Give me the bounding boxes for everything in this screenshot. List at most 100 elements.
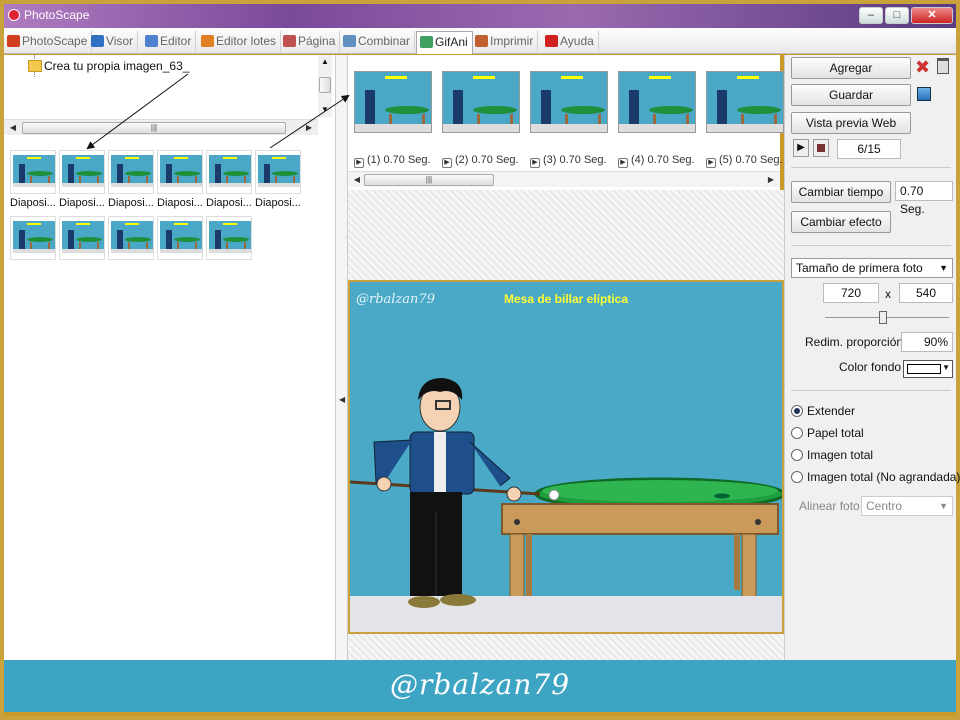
radio-option[interactable] [791,471,803,483]
tab-editor[interactable]: Editor [142,31,197,52]
frame-play-icon[interactable]: ▶ [706,158,716,168]
radio-label[interactable]: Imagen total (No agrandada) [807,470,960,484]
maximize-button[interactable]: □ [885,7,909,24]
size-slider-handle[interactable] [879,311,887,324]
tab-combinar[interactable]: Combinar [340,31,416,52]
frame-time: (1) 0.70 Seg. [367,154,431,166]
radio-option[interactable] [791,427,803,439]
frames-horizontal-scrollbar[interactable]: ◀ ||| ▶ [348,171,780,187]
scroll-right-icon[interactable]: ▶ [302,120,316,136]
thumbnail[interactable] [10,216,56,260]
size-slider-track[interactable] [825,317,949,318]
animation-frame[interactable] [706,71,784,133]
thumbnail-image [62,221,104,253]
thumbnail-image [258,155,300,187]
tree-vertical-scrollbar[interactable]: ▲ ▼ [318,55,332,117]
thumbnail[interactable] [206,216,252,260]
tab-icon [545,35,558,47]
tab-icon [201,35,214,47]
tree-hscroll-thumb[interactable]: ||| [22,122,286,134]
tree-horizontal-scrollbar[interactable]: ◀ ||| ▶ [4,119,318,135]
scroll-left-icon[interactable]: ◀ [6,120,20,136]
footer-banner: @rbalzan79 [4,660,956,712]
preview-backdrop-bottom [348,634,784,660]
redim-label: Redim. proporción [805,335,904,349]
frame-play-icon[interactable]: ▶ [618,158,628,168]
thumbnail[interactable] [206,150,252,194]
redim-field[interactable]: 90% [901,332,953,352]
thumbnail[interactable] [157,216,203,260]
folder-item[interactable]: Crea tu propia imagen_63_ [28,57,189,75]
cambiar-tiempo-button[interactable]: Cambiar tiempo [791,181,891,203]
panel-collapse-strip[interactable]: ◀ [336,55,348,660]
color-swatch [907,364,941,374]
thumbnail[interactable] [108,216,154,260]
animation-frame[interactable] [618,71,696,133]
tab-label: GifAni [435,35,468,49]
stop-button[interactable] [813,139,829,157]
thumbnail[interactable] [157,150,203,194]
close-button[interactable]: ✕ [911,7,953,24]
thumbnail-label: Diaposi... [206,197,252,209]
thumbnail[interactable] [59,150,105,194]
tiempo-field[interactable]: 0.70 Seg. [895,181,953,216]
thumbnail-image [13,221,55,253]
list-view-icon[interactable] [917,87,931,101]
radio-label[interactable]: Papel total [807,426,864,440]
tab-bar: PhotoScape Visor Editor Editor lotes Página C… [4,28,956,54]
radio-option[interactable] [791,449,803,461]
size-separator: x [885,287,891,301]
width-field[interactable]: 720 [823,283,879,303]
thumbnail[interactable] [10,150,56,194]
thumbnail[interactable] [59,216,105,260]
frame-play-icon[interactable]: ▶ [354,158,364,168]
tab-label: Imprimir [490,34,534,48]
tab-pagina[interactable]: Página [280,31,341,52]
frames-scroll-left-icon[interactable]: ◀ [350,172,364,188]
agregar-button[interactable]: Agregar [791,57,911,79]
minimize-button[interactable]: – [859,7,883,24]
size-select[interactable]: Tamaño de primera foto ▼ [791,258,953,278]
tab-icon [475,35,488,47]
scroll-up-icon[interactable]: ▲ [321,57,329,66]
delete-x-icon[interactable]: ✖ [915,58,930,76]
thumbnail[interactable] [108,150,154,194]
tree-scroll-thumb[interactable] [319,77,331,93]
frame-play-icon[interactable]: ▶ [442,158,452,168]
play-icon[interactable]: ▶ [793,139,809,157]
thumbnail[interactable] [255,150,301,194]
collapse-arrow-icon[interactable]: ◀ [339,395,345,404]
trash-icon[interactable] [937,58,949,74]
frames-scroll-right-icon[interactable]: ▶ [764,172,778,188]
tab-editor-lotes[interactable]: Editor lotes [198,31,282,52]
chevron-down-icon: ▼ [942,363,950,372]
cambiar-efecto-button[interactable]: Cambiar efecto [791,211,891,233]
animation-frame[interactable] [530,71,608,133]
tab-imprimir[interactable]: Imprimir [472,31,539,52]
tab-gifani[interactable]: GifAni [416,31,473,54]
radio-option[interactable] [791,405,803,417]
animation-frame[interactable] [354,71,432,133]
radio-label[interactable]: Imagen total [807,448,873,462]
window-title: PhotoScape [24,8,90,22]
tab-ayuda[interactable]: Ayuda [542,31,599,52]
thumbnail-image [111,155,153,187]
thumbnail-image [209,221,251,253]
separator [791,167,951,168]
frames-hscroll-thumb[interactable]: ||| [364,174,494,186]
tab-icon [7,35,20,47]
tab-photoscape[interactable]: PhotoScape [4,31,93,52]
guardar-button[interactable]: Guardar [791,84,911,106]
alinear-select[interactable]: Centro ▼ [861,496,953,516]
vista-previa-web-button[interactable]: Vista previa Web [791,112,911,134]
radio-label[interactable]: Extender [807,404,855,418]
frame-play-icon[interactable]: ▶ [530,158,540,168]
tab-label: Editor [160,34,192,48]
color-fondo-picker[interactable]: ▼ [903,360,953,378]
scroll-down-icon[interactable]: ▼ [321,105,329,114]
height-field[interactable]: 540 [899,283,953,303]
animation-frame[interactable] [442,71,520,133]
separator [791,245,951,246]
frame-time: (3) 0.70 Seg. [543,154,607,166]
tab-visor[interactable]: Visor [88,31,139,52]
